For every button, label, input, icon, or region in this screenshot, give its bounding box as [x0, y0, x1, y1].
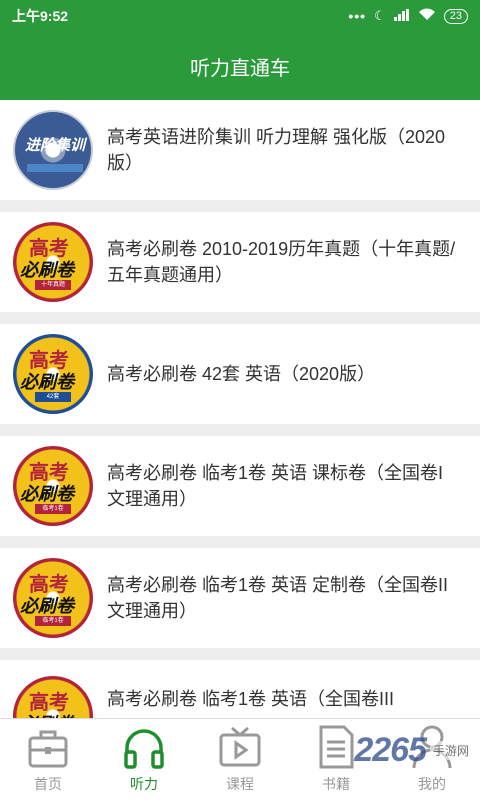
cover-line2: 必刷卷: [20, 372, 74, 392]
headphones-icon: [124, 729, 164, 769]
list-item[interactable]: 高考 必刷卷 临考1卷 高考必刷卷 临考1卷 英语 定制卷（全国卷II 文理通用…: [0, 548, 480, 648]
tab-courses[interactable]: 课程: [192, 719, 288, 800]
watermark-site: 手游网: [429, 741, 472, 760]
tab-home[interactable]: 首页: [0, 719, 96, 800]
list-item[interactable]: 高考 必刷卷 临考1卷 高考必刷卷 临考1卷 英语 课标卷（全国卷I 文理通用）: [0, 436, 480, 536]
item-title: 高考必刷卷 临考1卷 英语 课标卷（全国卷I 文理通用）: [107, 463, 444, 509]
tab-label: 首页: [34, 776, 62, 792]
item-title: 高考必刷卷 临考1卷 英语 定制卷（全国卷II 文理通用）: [107, 575, 449, 621]
moon-icon: ☾: [374, 8, 386, 23]
cd-cover-image: 高考 必刷卷 十年真题: [13, 222, 93, 302]
status-time: 上午9:52: [12, 8, 69, 24]
cd-cover-image: 高考 必刷卷: [13, 676, 93, 718]
status-bar: 上午9:52 ••• ☾ 23: [0, 0, 480, 32]
status-icons: ••• ☾ 23: [348, 8, 468, 24]
list-item[interactable]: 高考 必刷卷 十年真题 高考必刷卷 2010-2019历年真题（十年真题/五年真…: [0, 212, 480, 312]
tab-label: 书籍: [322, 776, 350, 792]
document-icon: [319, 725, 354, 769]
cover-line2: 必刷卷: [20, 260, 74, 280]
item-title: 高考必刷卷 42套 英语（2020版）: [107, 364, 376, 384]
cover-tag: 临考1卷: [35, 616, 71, 626]
tab-listening[interactable]: 听力: [96, 719, 192, 800]
cd-cover-image: 高考 必刷卷 临考1卷: [13, 446, 93, 526]
briefcase-icon: [28, 730, 68, 768]
item-title: 高考必刷卷 2010-2019历年真题（十年真题/五年真题通用）: [107, 239, 456, 285]
cover-line2: 必刷卷: [20, 710, 74, 718]
cover-tag: 临考1卷: [35, 504, 71, 514]
page-title: 听力直通车: [190, 57, 290, 80]
cover-tag: 42套: [35, 392, 71, 402]
cover-title: 进阶集训: [24, 137, 85, 154]
list-item[interactable]: 高考 必刷卷 42套 高考必刷卷 42套 英语（2020版）: [0, 324, 480, 424]
book-list: 进阶集训 高考英语进阶集训 听力理解 强化版（2020版） 高考 必刷卷 十年真…: [0, 100, 480, 718]
play-screen-icon: [219, 726, 261, 767]
cd-cover-image: 高考 必刷卷 临考1卷: [13, 558, 93, 638]
watermark-digits: 2265: [354, 731, 427, 769]
battery-icon: 23: [443, 8, 468, 24]
app-header: 听力直通车: [0, 32, 480, 100]
tab-label: 我的: [418, 776, 446, 792]
cd-cover-image: 高考 必刷卷 42套: [13, 334, 93, 414]
cover-tag: 十年真题: [35, 280, 71, 290]
list-item[interactable]: 高考 必刷卷 高考必刷卷 临考1卷 英语（全国卷III: [0, 660, 480, 718]
tab-label: 课程: [226, 776, 254, 792]
site-watermark: 2265 手游网: [354, 731, 472, 770]
cd-cover-image: 进阶集训: [13, 110, 93, 190]
item-title: 高考必刷卷 临考1卷 英语（全国卷III: [107, 689, 395, 709]
cover-line2: 必刷卷: [20, 484, 74, 504]
item-title: 高考英语进阶集训 听力理解 强化版（2020版）: [107, 127, 446, 173]
list-item[interactable]: 进阶集训 高考英语进阶集训 听力理解 强化版（2020版）: [0, 100, 480, 200]
cover-strip: [27, 164, 83, 172]
wifi-icon: [418, 8, 436, 24]
cell-signal-icon: [393, 8, 410, 24]
tab-label: 听力: [130, 776, 158, 792]
cover-line2: 必刷卷: [20, 596, 74, 616]
notification-dots-icon: •••: [348, 8, 367, 24]
